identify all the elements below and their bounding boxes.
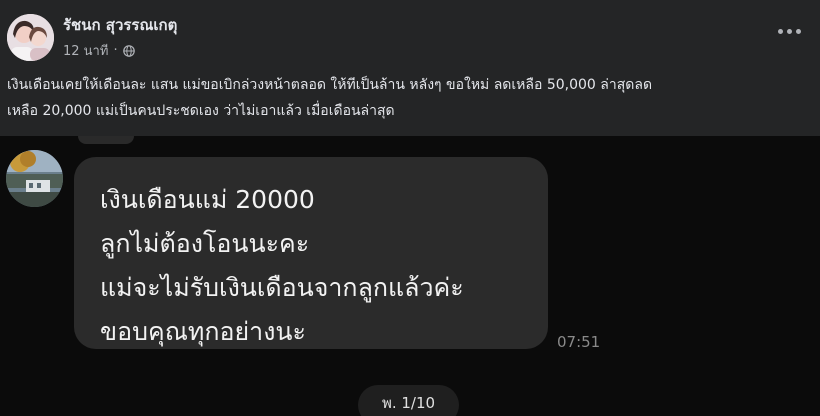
author-avatar-image [7,14,54,61]
more-dot [778,28,783,34]
globe-icon [122,44,135,57]
sender-avatar [6,150,63,207]
message-text: เงินเดือนแม่ 20000 ลูกไม่ต้องโอนนะคะ แม่… [100,178,464,354]
sender-avatar-image [6,150,63,207]
more-dot [796,28,801,34]
message-line: ลูกไม่ต้องโอนนะคะ [100,229,310,258]
message-line: แม่จะไม่รับเงินเดือนจากลูกแล้วค่ะ [100,273,464,302]
previous-message-bubble [78,136,134,144]
author-avatar[interactable] [7,14,54,61]
date-pager[interactable]: พ. 1/10 [358,385,459,416]
post-timestamp[interactable]: 12 นาที [63,40,108,61]
more-dot [787,28,792,34]
more-options-icon[interactable] [778,27,802,35]
post-caption-line: เหลือ 20,000 แม่เป็นคนประชดเอง ว่าไม่เอา… [7,103,395,119]
message-time: 07:51 [557,333,601,351]
page: รัชนก สุวรรณเกตุ 12 นาที · เงินเดือนเคยใ… [0,0,820,416]
post-caption-line: เงินเดือนเคยให้เดือนละ แสน แม่ขอเบิกล่วง… [7,77,653,93]
post-card: รัชนก สุวรรณเกตุ 12 นาที · เงินเดือนเคยใ… [0,0,820,136]
post-author-name[interactable]: รัชนก สุวรรณเกตุ [63,13,177,37]
meta-separator: · [113,43,118,58]
post-caption: เงินเดือนเคยให้เดือนละ แสน แม่ขอเบิกล่วง… [7,72,815,124]
message-line: ขอบคุณทุกอย่างนะ [100,317,306,346]
message-line: เงินเดือนแม่ 20000 [100,185,315,214]
post-meta: 12 นาที · [63,40,135,61]
